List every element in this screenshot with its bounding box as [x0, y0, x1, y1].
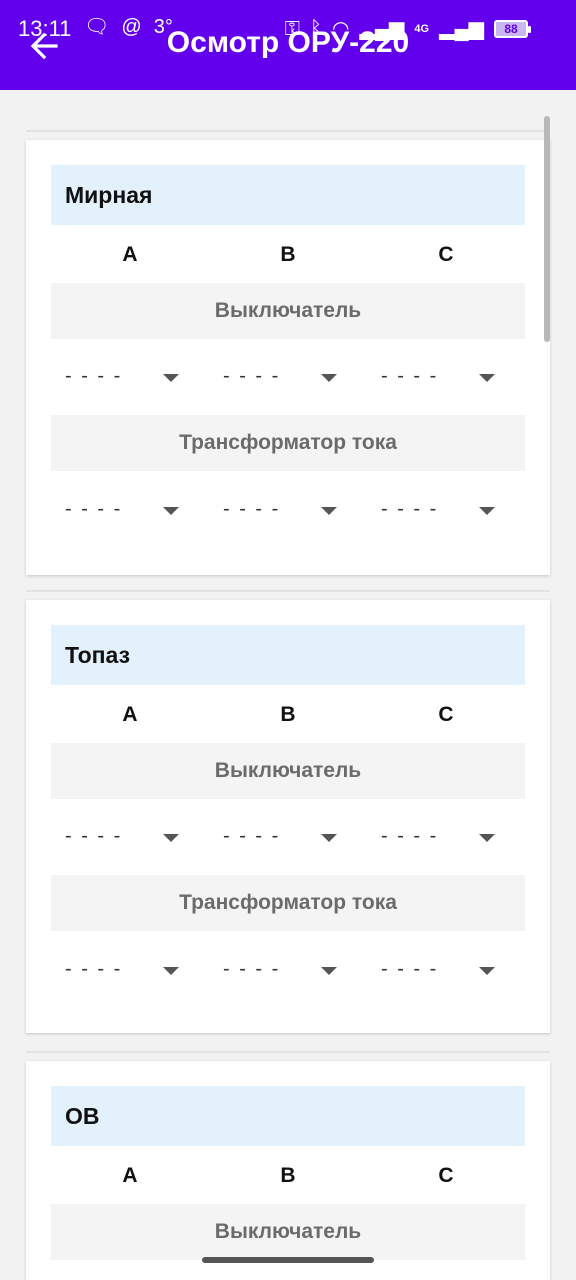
card-title: ОВ [51, 1086, 525, 1146]
section-header: Трансформатор тока [51, 415, 525, 471]
dropdown-a[interactable]: - - - - [51, 809, 209, 865]
phase-label: C [438, 1164, 454, 1187]
dropdown-a[interactable]: - - - - [51, 942, 209, 998]
dropdown-b[interactable]: - - - - [209, 482, 367, 538]
divider [26, 590, 550, 592]
dropdown-arrow-icon [479, 507, 495, 515]
dropdown-a[interactable]: - - - - [51, 349, 209, 405]
dropdown-value: - - - - [381, 958, 439, 980]
app-bar: 13:11 🗨 @ 3° ⚿ ᛒ ◠ ▂▄▆ 4G ▂▄▆ 88 Осмотр … [0, 0, 576, 90]
phase-header: A B C [51, 1149, 525, 1203]
card-title: Мирная [51, 165, 525, 225]
phase-label: B [280, 703, 296, 726]
dropdown-arrow-icon [163, 374, 179, 382]
dropdown-c[interactable]: - - - - [367, 809, 525, 865]
home-indicator[interactable] [202, 1257, 374, 1263]
phase-header: A B C [51, 688, 525, 742]
dropdown-row: - - - - - - - - - - - - [51, 809, 525, 865]
dropdown-arrow-icon [479, 834, 495, 842]
dropdown-value: - - - - [65, 365, 123, 387]
card-ov: ОВ A B C Выключатель [26, 1051, 550, 1280]
dropdown-b[interactable]: - - - - [209, 809, 367, 865]
dropdown-arrow-icon [163, 834, 179, 842]
dropdown-c[interactable]: - - - - [367, 482, 525, 538]
dropdown-arrow-icon [479, 967, 495, 975]
dropdown-row: - - - - - - - - - - - - [51, 482, 525, 538]
dropdown-arrow-icon [321, 507, 337, 515]
phase-label: B [280, 243, 296, 266]
divider [26, 1051, 550, 1053]
phase-label: C [438, 243, 454, 266]
divider [26, 130, 550, 132]
dropdown-arrow-icon [163, 507, 179, 515]
dropdown-b[interactable]: - - - - [209, 942, 367, 998]
dropdown-b[interactable]: - - - - [209, 349, 367, 405]
dropdown-arrow-icon [321, 834, 337, 842]
dropdown-row: - - - - - - - - - - - - [51, 349, 525, 405]
dropdown-a[interactable]: - - - - [51, 482, 209, 538]
dropdown-value: - - - - [65, 958, 123, 980]
dropdown-arrow-icon [479, 374, 495, 382]
dropdown-c[interactable]: - - - - [367, 349, 525, 405]
page-title: Осмотр ОРУ-220 [166, 26, 410, 59]
dropdown-value: - - - - [223, 958, 281, 980]
card-mirnaya: Мирная A B C Выключатель - - - - - - - -… [26, 130, 550, 575]
section-header: Выключатель [51, 743, 525, 799]
card-title: Топаз [51, 625, 525, 685]
section-header: Выключатель [51, 283, 525, 339]
dropdown-value: - - - - [65, 825, 123, 847]
dropdown-value: - - - - [223, 825, 281, 847]
dropdown-arrow-icon [163, 967, 179, 975]
dropdown-value: - - - - [65, 498, 123, 520]
section-header: Трансформатор тока [51, 875, 525, 931]
section-header: Выключатель [51, 1204, 525, 1260]
card-topaz: Топаз A B C Выключатель - - - - - - - - … [26, 590, 550, 1033]
phase-label: C [438, 703, 454, 726]
phase-label: A [122, 1164, 138, 1187]
dropdown-arrow-icon [321, 967, 337, 975]
dropdown-value: - - - - [223, 365, 281, 387]
phase-label: B [280, 1164, 296, 1187]
phase-header: A B C [51, 228, 525, 282]
phase-label: A [122, 703, 138, 726]
content-scroll[interactable]: Мирная A B C Выключатель - - - - - - - -… [0, 90, 576, 1280]
dropdown-value: - - - - [381, 825, 439, 847]
dropdown-value: - - - - [223, 498, 281, 520]
phase-label: A [122, 243, 138, 266]
dropdown-row: - - - - - - - - - - - - [51, 942, 525, 998]
dropdown-c[interactable]: - - - - [367, 942, 525, 998]
dropdown-value: - - - - [381, 365, 439, 387]
scrollbar[interactable] [544, 116, 550, 342]
dropdown-value: - - - - [381, 498, 439, 520]
dropdown-arrow-icon [321, 374, 337, 382]
